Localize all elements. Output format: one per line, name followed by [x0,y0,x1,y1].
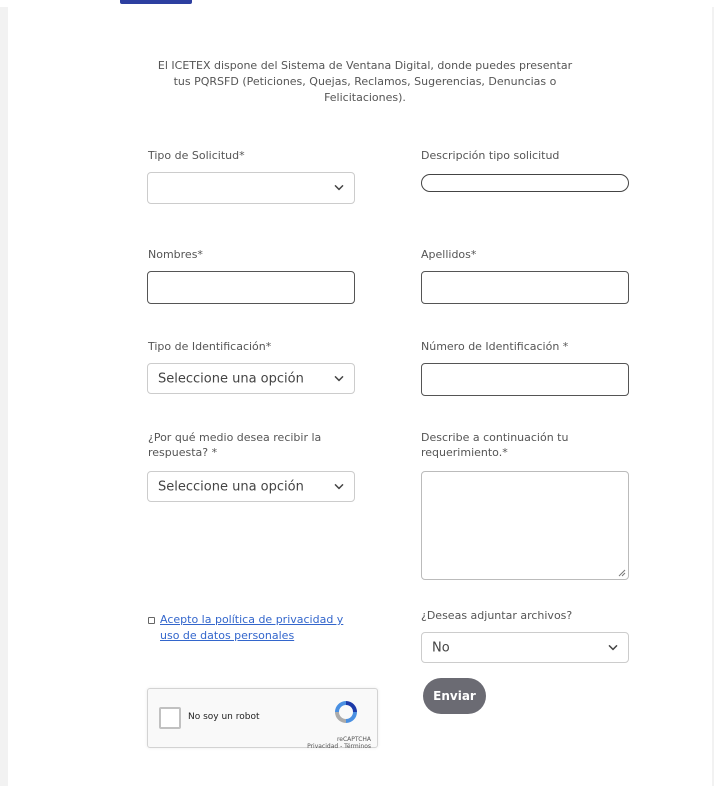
descripcion-label: Descripción tipo solicitud [421,149,560,162]
send-button[interactable]: Enviar [423,678,486,714]
resize-handle-icon[interactable] [618,569,626,577]
policy-link[interactable]: Acepto la política de privacidad y uso d… [160,612,365,644]
chevron-down-icon [334,375,344,381]
nombres-input[interactable] [147,271,355,304]
recaptcha-links[interactable]: Privacidad - Términos [307,743,371,750]
numero-id-label: Número de Identificación * [421,340,569,353]
recaptcha-icon [335,701,357,723]
descripcion-field[interactable] [421,174,629,192]
intro-text: El ICETEX dispone del Sistema de Ventana… [157,59,573,104]
recaptcha-label: No soy un robot [188,712,260,722]
recaptcha-brand-name: reCAPTCHA [336,736,371,743]
recaptcha-widget: No soy un robot reCAPTCHA Privacidad - T… [147,688,378,750]
tipo-solicitud-select[interactable] [147,172,355,204]
nombres-label: Nombres* [148,248,203,261]
requerimiento-label: Describe a continuación tu requerimiento… [421,431,569,459]
requerimiento-textarea[interactable] [421,471,629,580]
medio-value: Seleccione una opción [158,479,304,494]
medio-label: ¿Por qué medio desea recibir la respuest… [148,431,322,459]
tipo-id-label: Tipo de Identificación* [148,340,272,353]
tipo-solicitud-label: Tipo de Solicitud* [148,149,245,162]
medio-select[interactable]: Seleccione una opción [147,471,355,502]
chevron-down-icon [334,483,344,489]
apellidos-label: Apellidos* [421,248,477,261]
apellidos-input[interactable] [421,271,629,304]
adjuntar-value: No [432,640,450,655]
tipo-id-select[interactable]: Seleccione una opción [147,363,355,394]
chevron-down-icon [334,184,344,191]
form-panel [8,7,712,786]
recaptcha-checkbox[interactable] [159,707,181,729]
numero-id-input[interactable] [421,363,629,396]
adjuntar-label: ¿Deseas adjuntar archivos? [421,609,573,622]
header-strip [0,0,714,7]
tipo-id-value: Seleccione una opción [158,371,304,386]
recaptcha-brand: reCAPTCHA Privacidad - Términos [307,736,371,750]
adjuntar-select[interactable]: No [421,632,629,663]
logo-fragment [120,0,192,4]
chevron-down-icon [608,644,618,650]
policy-checkbox[interactable] [148,617,155,624]
